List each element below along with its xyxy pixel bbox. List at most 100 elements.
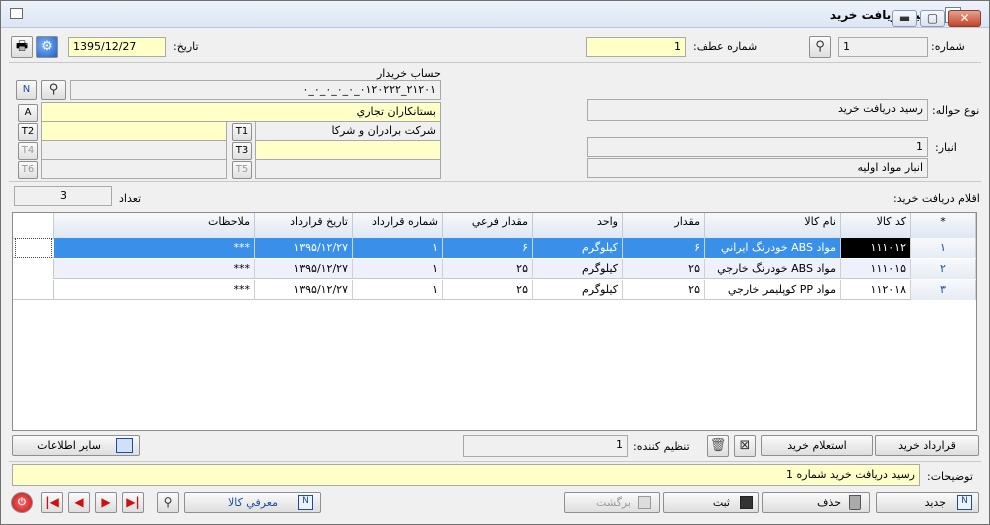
row-cell-unit[interactable]: كيلوگرم [533, 259, 623, 279]
t2-field[interactable] [41, 121, 227, 141]
account-name-field[interactable]: بستانكاران تجاري [41, 102, 441, 122]
previous-record-icon[interactable]: ◀ [68, 492, 90, 513]
preparer-label: تنظيم كننده: [633, 440, 690, 453]
row-cell-contract-number[interactable]: ۱ [353, 259, 443, 279]
close-button[interactable]: ✕ [948, 10, 981, 27]
last-record-icon[interactable]: ▶| [122, 492, 144, 513]
row-cell-contract-date[interactable]: ۱۳۹۵/۱۲/۲۷ [255, 280, 353, 300]
preparer-field: 1 [463, 435, 628, 457]
ref-number-field[interactable]: 1 [586, 37, 686, 57]
lookup-icon[interactable]: ⊠ [734, 435, 756, 457]
back-icon [638, 496, 651, 509]
date-label: تاريخ: [173, 40, 199, 53]
row-cell-product-name[interactable]: مواد ABS خودرنگ ايراني [705, 238, 841, 258]
column-header-sub-quantity[interactable]: مقدار فرعي [443, 213, 533, 239]
count-label: تعداد [119, 192, 142, 205]
column-header-product-code[interactable]: كد كالا [841, 213, 911, 239]
buyer-section-label: حساب خريدار [377, 67, 441, 80]
row-cell-sub-quantity[interactable]: ۶ [443, 238, 533, 258]
row-cell-empty [13, 259, 54, 279]
row-number[interactable]: ۱ [911, 238, 976, 258]
row-number[interactable]: ۲ [911, 259, 976, 279]
row-cell-notes[interactable]: *** [54, 238, 255, 258]
t3-field[interactable] [255, 140, 441, 160]
table-row[interactable]: *** ۱۳۹۵/۱۲/۲۷ ۱ ۲۵ كيلوگرم ۲۵ مواد ABS … [13, 259, 976, 279]
next-record-icon[interactable]: ▶ [95, 492, 117, 513]
warehouse-code-field[interactable]: 1 [587, 137, 928, 157]
maximize-button[interactable]: ▢ [920, 10, 945, 27]
row-cell-quantity[interactable]: ۲۵ [623, 259, 705, 279]
row-cell-contract-number[interactable]: ۱ [353, 238, 443, 258]
document-icon[interactable]: N [16, 80, 37, 100]
row-cell-contract-date[interactable]: ۱۳۹۵/۱۲/۲۷ [255, 259, 353, 279]
row-cell-contract-number[interactable]: ۱ [353, 280, 443, 300]
row-cell-notes[interactable]: *** [54, 280, 255, 300]
save-label: ثبت [712, 496, 730, 509]
new-label: جديد [924, 496, 946, 509]
table-row[interactable]: *** ۱۳۹۵/۱۲/۲۷ ۱ ۶ كيلوگرم ۶ مواد ABS خو… [13, 238, 976, 258]
column-header-unit[interactable]: واحد [533, 213, 623, 239]
row-cell-empty [13, 280, 54, 300]
t4-button[interactable]: T4 [18, 142, 38, 160]
row-cell-empty[interactable] [15, 238, 52, 258]
column-header-contract-date[interactable]: تاريخ قرارداد [255, 213, 353, 239]
row-cell-product-name[interactable]: مواد PP كوپليمر خارجي [705, 280, 841, 300]
printer-icon[interactable]: 🖶 [11, 36, 33, 58]
row-cell-notes[interactable]: *** [54, 259, 255, 279]
description-field[interactable]: رسيد دريافت خريد شماره 1 [12, 464, 920, 486]
doc-type-field[interactable]: رسيد دريافت خريد [587, 99, 928, 121]
divider [9, 461, 981, 462]
binoculars-icon[interactable]: ⚲ [157, 492, 179, 513]
binoculars-icon[interactable]: ⚲ [41, 80, 66, 100]
t2-button[interactable]: T2 [18, 123, 38, 141]
row-cell-unit[interactable]: كيلوگرم [533, 238, 623, 258]
t1-field[interactable]: شركت برادران و شركا [255, 121, 441, 141]
row-cell-product-name[interactable]: مواد ABS خودرنگ خارجي [705, 259, 841, 279]
row-cell-product-code[interactable]: ۱۱۱۰۱۵ [841, 259, 911, 279]
tree-icon [116, 438, 133, 453]
account-code-field[interactable]: ۲۱۲۰۱_۰۱۲۰۲۲۲_۰_۰_۰_۰_۰ [70, 80, 441, 100]
row-cell-product-code[interactable]: ۱۱۲۰۱۸ [841, 280, 911, 300]
t1-button[interactable]: T1 [232, 123, 252, 141]
t3-button[interactable]: T3 [232, 142, 252, 160]
row-number[interactable]: ۳ [911, 280, 976, 300]
t5-field[interactable] [255, 159, 441, 179]
row-cell-unit[interactable]: كيلوگرم [533, 280, 623, 300]
a-button[interactable]: A [18, 104, 38, 122]
globe-icon[interactable]: ⚙ [36, 36, 58, 58]
first-record-icon[interactable]: |◀ [41, 492, 63, 513]
warehouse-label: انبار: [935, 141, 957, 154]
product-intro-label: معرفي كالا [227, 496, 278, 509]
t4-field[interactable] [41, 140, 227, 160]
power-icon[interactable]: ⏻ [11, 492, 33, 513]
number-field[interactable]: 1 [838, 37, 928, 57]
trash-icon[interactable]: 🗑 [707, 435, 729, 457]
column-header-product-name[interactable]: نام كالا [705, 213, 841, 239]
row-cell-quantity[interactable]: ۲۵ [623, 280, 705, 300]
items-section-label: اقلام دريافت خريد: [893, 192, 980, 205]
system-menu-icon[interactable] [10, 8, 23, 19]
column-header-notes[interactable]: ملاحظات [54, 213, 255, 239]
inquiry-button[interactable]: استعلام خريد [761, 435, 873, 456]
minimize-button[interactable]: ▬ [892, 10, 917, 27]
row-cell-product-code[interactable]: ۱۱۱۰۱۲ [841, 238, 911, 258]
t6-button[interactable]: T6 [18, 161, 38, 179]
contract-button[interactable]: قرارداد خريد [875, 435, 979, 456]
description-label: توضيحات: [927, 470, 973, 483]
row-cell-quantity[interactable]: ۶ [623, 238, 705, 258]
date-field[interactable]: 1395/12/27 [68, 37, 166, 57]
column-header-contract-number[interactable]: شماره قرارداد [353, 213, 443, 239]
t5-button[interactable]: T5 [232, 161, 252, 179]
number-label: شماره: [931, 40, 965, 53]
items-table[interactable]: ملاحظات تاريخ قرارداد شماره قرارداد مقدا… [12, 212, 977, 431]
binoculars-icon[interactable]: ⚲ [809, 36, 831, 58]
delete-label: حذف [817, 496, 841, 509]
t6-field[interactable] [41, 159, 227, 179]
row-cell-contract-date[interactable]: ۱۳۹۵/۱۲/۲۷ [255, 238, 353, 258]
column-header-quantity[interactable]: مقدار [623, 213, 705, 239]
column-header-row-number[interactable]: * [911, 213, 976, 239]
table-row[interactable]: *** ۱۳۹۵/۱۲/۲۷ ۱ ۲۵ كيلوگرم ۲۵ مواد PP ك… [13, 280, 976, 300]
row-cell-sub-quantity[interactable]: ۲۵ [443, 280, 533, 300]
warehouse-name-field[interactable]: انبار مواد اوليه [587, 158, 928, 178]
row-cell-sub-quantity[interactable]: ۲۵ [443, 259, 533, 279]
